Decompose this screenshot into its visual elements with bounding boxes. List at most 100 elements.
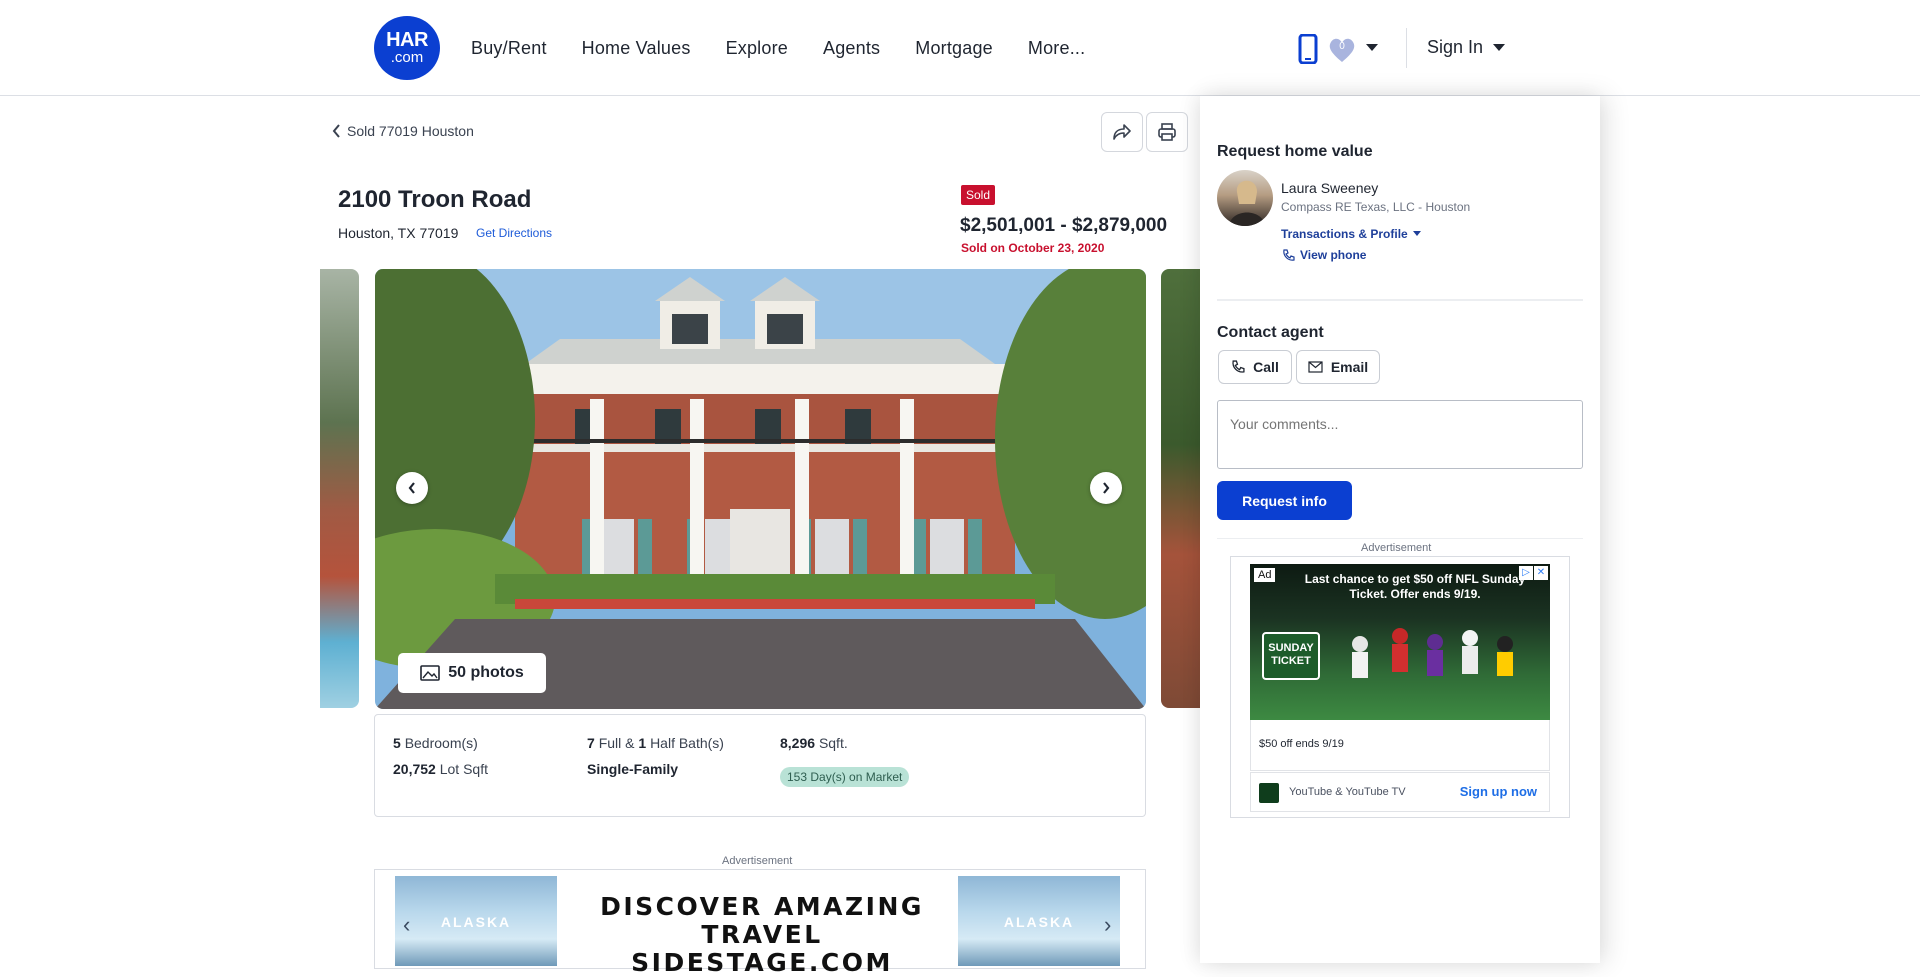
house-photo (375, 269, 1146, 709)
previous-photo-button[interactable] (396, 472, 428, 504)
youtube-tv-logo-icon (1259, 783, 1279, 803)
nav-mortgage[interactable]: Mortgage (915, 38, 993, 59)
chevron-left-icon (408, 482, 415, 494)
transactions-profile-label: Transactions & Profile (1281, 227, 1408, 241)
envelope-icon (1308, 361, 1323, 373)
property-details-card (374, 714, 1146, 817)
building-sqft: 8,296 Sqft. (780, 735, 848, 751)
agent-company: Compass RE Texas, LLC - Houston (1281, 200, 1471, 214)
bedrooms: 5 Bedroom(s) (393, 735, 478, 751)
property-type-value: Single-Family (587, 761, 679, 777)
property-title: 2100 Troon Road (338, 186, 532, 213)
banner-left-tag: ALASKA (440, 914, 512, 930)
call-button[interactable]: Call (1218, 350, 1292, 384)
next-photo-preview[interactable] (1161, 269, 1201, 708)
main-photo[interactable] (375, 269, 1146, 709)
comments-textarea[interactable] (1217, 400, 1583, 469)
sign-in-label: Sign In (1427, 37, 1484, 57)
panel-divider (1217, 299, 1583, 301)
lot-value: 20,752 (393, 761, 436, 777)
request-home-value-heading: Request home value (1217, 143, 1373, 160)
previous-photo-preview[interactable] (320, 269, 359, 708)
favorites-count: 0 (1339, 41, 1345, 52)
mobile-phone-icon[interactable] (1298, 33, 1318, 69)
view-photos-button[interactable]: 50 photos (398, 653, 546, 693)
nav-home-values[interactable]: Home Values (582, 38, 691, 59)
banner-prev-chevron-icon[interactable]: ‹ (403, 912, 410, 938)
bathrooms: 7 Full & 1 Half Bath(s) (587, 735, 724, 751)
sqft-label: Sqft. (818, 735, 848, 751)
logo-text-har: HAR (386, 29, 428, 51)
advertiser-name: YouTube & YouTube TV (1289, 786, 1406, 798)
phone-icon (1283, 248, 1295, 261)
sign-in-button[interactable]: Sign In (1427, 37, 1506, 58)
chevron-right-icon (1103, 482, 1110, 494)
next-photo-button[interactable] (1090, 472, 1122, 504)
side-ad-image[interactable]: Ad ▷ ✕ Last chance to get $50 off NFL Sun… (1250, 564, 1550, 720)
full-baths-label: Full & (598, 735, 635, 751)
advertisement-label: Advertisement (722, 855, 793, 867)
print-button[interactable] (1146, 112, 1188, 152)
banner-line-1: DISCOVER AMAZING TRAVEL (600, 892, 924, 949)
call-label: Call (1253, 359, 1279, 375)
panel-divider (1217, 538, 1583, 539)
side-ad-footer[interactable]: YouTube & YouTube TV Sign up now (1250, 772, 1550, 812)
half-baths-value: 1 (638, 735, 647, 751)
site-header: HAR .com Buy/Rent Home Values Explore Ag… (0, 0, 1920, 96)
breadcrumb[interactable]: Sold 77019 Houston (332, 123, 474, 139)
banner-headline[interactable]: DISCOVER AMAZING TRAVEL SIDESTAGE.COM (562, 893, 962, 977)
breadcrumb-label: Sold 77019 Houston (347, 123, 474, 139)
bedrooms-value: 5 (393, 735, 401, 751)
request-info-button[interactable]: Request info (1217, 481, 1352, 520)
banner-next-chevron-icon[interactable]: › (1104, 912, 1111, 938)
get-directions-link[interactable]: Get Directions (476, 226, 552, 240)
full-baths-value: 7 (587, 735, 595, 751)
logo-text-com: .com (390, 49, 424, 66)
view-phone-label: View phone (1300, 248, 1367, 262)
banner-right-tag: ALASKA (1003, 914, 1075, 930)
property-type: Single-Family (587, 761, 678, 777)
agent-name[interactable]: Laura Sweeney (1281, 180, 1378, 196)
chevron-left-icon (332, 124, 340, 138)
side-ad-caption[interactable]: $50 off ends 9/19 (1250, 720, 1550, 771)
nav-explore[interactable]: Explore (726, 38, 788, 59)
view-phone-link[interactable]: View phone (1282, 248, 1366, 262)
contact-agent-heading: Contact agent (1217, 324, 1324, 341)
share-button[interactable] (1101, 112, 1143, 152)
bedrooms-label: Bedroom(s) (404, 735, 478, 751)
agent-avatar[interactable] (1217, 170, 1273, 226)
sold-date: Sold on October 23, 2020 (961, 241, 1105, 255)
nav-buy-rent[interactable]: Buy/Rent (471, 38, 547, 59)
property-address: Houston, TX 77019 (338, 225, 459, 241)
sign-in-chevron-down-icon (1493, 44, 1506, 51)
banner-glacier-image-right: ALASKA (958, 876, 1120, 966)
caret-down-icon (1412, 231, 1421, 236)
har-logo[interactable]: HAR .com (374, 16, 440, 80)
banner-glacier-image-left: ALASKA (395, 876, 557, 966)
side-ad-caption-text: $50 off ends 9/19 (1259, 738, 1344, 750)
main-nav: Buy/Rent Home Values Explore Agents Mort… (471, 38, 1085, 59)
lot-label: Lot Sqft (439, 761, 488, 777)
email-button[interactable]: Email (1296, 350, 1380, 384)
printer-icon (1158, 123, 1176, 141)
photos-count-label: 50 photos (448, 664, 524, 681)
favorites-heart-icon[interactable]: 0 (1328, 37, 1356, 63)
days-on-market-badge: 153 Day(s) on Market (780, 767, 910, 787)
favorites-chevron-down-icon[interactable] (1366, 44, 1378, 51)
email-label: Email (1330, 359, 1369, 375)
price-range: $2,501,001 - $2,879,000 (960, 215, 1168, 236)
football-players-image (1352, 628, 1513, 678)
banner-line-2: SIDESTAGE.COM (631, 948, 893, 977)
sign-up-now-link[interactable]: Sign up now (1460, 784, 1537, 799)
nav-agents[interactable]: Agents (823, 38, 880, 59)
status-badge: Sold (961, 185, 996, 205)
sqft-value: 8,296 (780, 735, 816, 751)
share-icon (1113, 124, 1131, 140)
half-baths-label: Half Bath(s) (650, 735, 724, 751)
transactions-profile-link[interactable]: Transactions & Profile (1281, 227, 1421, 241)
side-advertisement-label: Advertisement (1361, 542, 1432, 554)
image-icon (420, 665, 441, 681)
nav-more[interactable]: More... (1028, 38, 1085, 59)
header-divider (1406, 28, 1407, 68)
phone-icon (1232, 360, 1245, 373)
